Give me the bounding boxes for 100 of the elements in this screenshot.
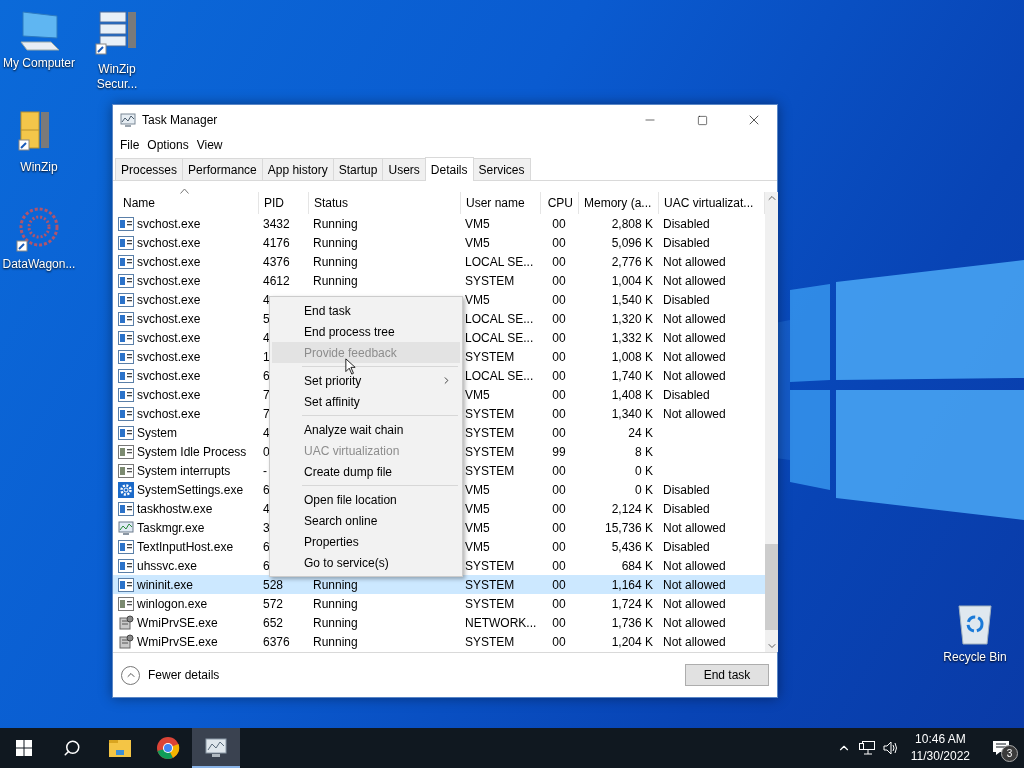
context-menu-item[interactable]: Set priority [272, 370, 460, 391]
column-header[interactable]: Memory (a... [584, 196, 652, 210]
table-cell-text: SYSTEM [464, 576, 516, 594]
table-cell-text: Not allowed [662, 595, 727, 613]
table-cell-text: Taskmgr.exe [136, 520, 206, 535]
table-cell-text: 1,332 K [610, 329, 654, 347]
tab[interactable]: App history [261, 158, 334, 180]
program-icon [118, 501, 134, 516]
tab[interactable]: Users [382, 158, 426, 180]
tab[interactable]: Services [472, 158, 531, 180]
table-cell-text: 6376 [262, 633, 291, 651]
table-cell-text: VM5 [464, 538, 491, 556]
context-menu-item[interactable]: Search online [272, 510, 460, 531]
context-menu-item[interactable]: Analyze wait chain [272, 419, 460, 440]
context-menu-item[interactable]: Open file location [272, 489, 460, 510]
table-cell-text: Not allowed [662, 557, 727, 575]
table-cell-text: 00 [551, 386, 567, 404]
column-header[interactable]: Status [314, 196, 349, 210]
search-icon [63, 739, 81, 757]
table-cell-text: 684 K [620, 557, 654, 575]
table-cell-text: Running [312, 576, 359, 594]
desktop-icon-label[interactable]: DataWagon... [2, 257, 76, 272]
table-cell-text: SYSTEM [464, 443, 516, 461]
menu-item[interactable]: Options [143, 138, 193, 152]
settings-icon [118, 481, 134, 498]
desktop-icon-label[interactable]: WinZip Secur... [89, 62, 145, 92]
table-cell-text: SYSTEM [464, 348, 516, 366]
selected-row[interactable]: wininit.exe 528 Running SYSTEM 00 1,164 K Not allowed [113, 575, 765, 594]
program-icon [118, 254, 134, 269]
column-header[interactable]: Name [123, 196, 155, 210]
table-cell-text: SYSTEM [464, 557, 516, 575]
date-text: 11/30/2022 [910, 748, 970, 765]
scrollbar-thumb[interactable] [765, 544, 778, 630]
column-header[interactable]: UAC virtualizat... [664, 196, 754, 210]
scrollbar[interactable] [765, 192, 778, 652]
tab[interactable]: Performance [182, 158, 263, 180]
context-menu-item[interactable]: End process tree [272, 321, 460, 342]
menu-item[interactable]: View [192, 138, 227, 152]
table-cell-text: Disabled [662, 234, 711, 252]
column-header[interactable]: PID [264, 196, 284, 210]
table-cell-text: Not allowed [662, 519, 727, 537]
table-cell-text: svchost.exe [136, 273, 202, 288]
table-cell-text: WmiPrvSE.exe [136, 634, 219, 649]
desktop-icon-label[interactable]: My Computer [3, 56, 75, 71]
table-cell-text: 0 K [634, 481, 654, 499]
monitor-chart-icon [204, 737, 228, 759]
tab[interactable]: Startup [332, 158, 384, 180]
table-cell-text: 15,736 K [603, 519, 654, 537]
table-cell-text: Not allowed [662, 576, 727, 594]
table-cell-text: 1,736 K [610, 614, 654, 632]
table-cell-text: 1,004 K [610, 272, 654, 290]
window-icon [118, 596, 134, 611]
program-icon [118, 425, 134, 440]
table-cell-text: LOCAL SE... [464, 367, 535, 385]
desktop-icon-label[interactable]: WinZip [20, 160, 58, 175]
program-icon [118, 311, 134, 326]
table-cell-text: TextInputHost.exe [136, 539, 235, 554]
context-menu-item[interactable]: End task [272, 300, 460, 321]
program-icon [118, 216, 134, 231]
table-cell-text: Running [312, 215, 359, 233]
fewer-details-toggle[interactable]: Fewer details [121, 665, 220, 685]
table-cell-text: 00 [551, 234, 567, 252]
table-cell-text: winlogon.exe [136, 596, 209, 611]
desktop-icon-label[interactable]: Recycle Bin [943, 650, 1007, 665]
table-cell-text: 3 [262, 519, 271, 537]
table-cell-text: 528 [262, 576, 285, 594]
table-cell-text: SYSTEM [464, 424, 516, 442]
table-cell-text: Not allowed [662, 405, 727, 423]
table-cell-text: SYSTEM [464, 272, 516, 290]
notification-count-badge: 3 [1001, 745, 1018, 762]
context-menu-item[interactable]: Create dump file [272, 461, 460, 482]
context-menu-item[interactable]: Set affinity [272, 391, 460, 412]
table-cell-text: 5,436 K [610, 538, 654, 556]
table-cell-text: LOCAL SE... [464, 253, 535, 271]
table-cell-text: Disabled [662, 538, 711, 556]
table-cell-text: LOCAL SE... [464, 310, 535, 328]
table-cell-text: 00 [551, 215, 567, 233]
table-cell-text: 00 [551, 291, 567, 309]
end-task-button[interactable]: End task [685, 664, 769, 686]
table-cell-text: 3432 [262, 215, 291, 233]
tab[interactable]: Processes [115, 158, 184, 180]
notifications-button[interactable]: 3 [978, 728, 1024, 768]
table-cell-text: VM5 [464, 291, 491, 309]
table-cell-text: 1,164 K [610, 576, 654, 594]
table-cell-text: 1,540 K [610, 291, 654, 309]
menu-item[interactable]: File [116, 138, 144, 152]
table-cell-text: 7 [262, 405, 271, 423]
clock[interactable]: 10:46 AM 11/30/2022 [902, 731, 978, 765]
column-header[interactable]: User name [466, 196, 525, 210]
table-cell-text: 4 [262, 291, 271, 309]
tab[interactable]: Details [424, 157, 474, 181]
column-header[interactable]: CPU [547, 196, 573, 210]
context-menu-item[interactable]: Properties [272, 531, 460, 552]
table-cell-text: 00 [551, 367, 567, 385]
table-cell-text: 5,096 K [610, 234, 654, 252]
taskbar-app[interactable] [192, 728, 240, 768]
server-gear-icon [118, 633, 134, 650]
program-icon [118, 330, 134, 345]
table-cell-text: svchost.exe [136, 216, 202, 231]
context-menu-item[interactable]: Go to service(s) [272, 552, 460, 573]
